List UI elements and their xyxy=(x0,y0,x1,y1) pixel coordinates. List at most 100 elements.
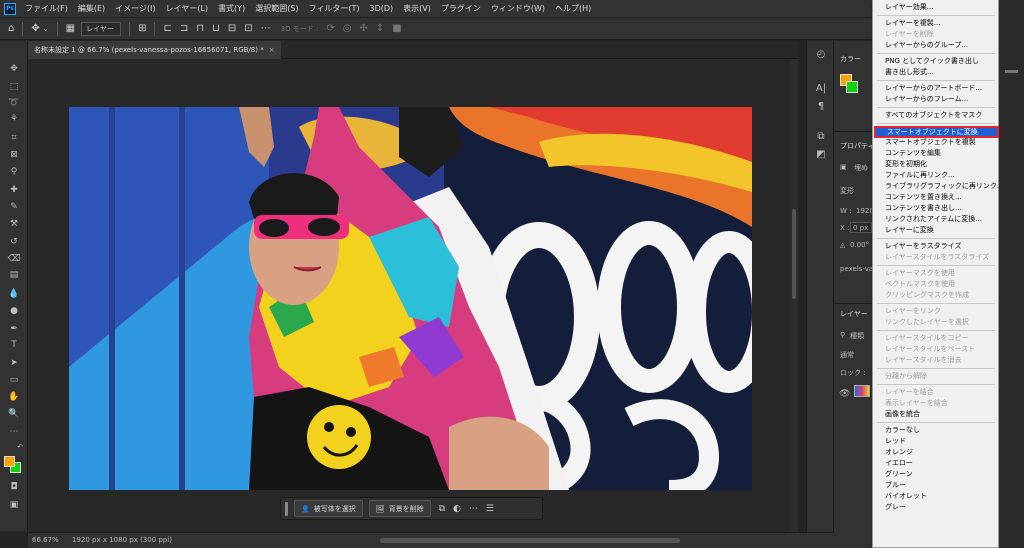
menu-item[interactable]: 書き出し形式... xyxy=(885,67,934,78)
document-info[interactable]: 1920 px x 1080 px (300 ppi) xyxy=(72,536,172,544)
menu-help[interactable]: ヘルプ(H) xyxy=(550,3,596,14)
3d-scale-icon[interactable]: ■ xyxy=(392,23,401,34)
history-brush-icon[interactable]: ↺ xyxy=(6,236,22,248)
menu-item[interactable]: イエロー xyxy=(885,458,913,469)
menu-edit[interactable]: 編集(E) xyxy=(73,3,110,14)
tab-color[interactable]: カラー xyxy=(840,54,861,64)
select-subject-button[interactable]: 👤 被写体を選択 xyxy=(294,500,363,517)
menu-item[interactable]: コンテンツを置き換え... xyxy=(885,192,962,203)
menu-item[interactable]: レイヤーに変換 xyxy=(885,225,934,236)
chevron-down-icon[interactable]: ⌄ xyxy=(43,25,49,33)
menu-item[interactable]: レイヤー効果... xyxy=(885,2,933,13)
3d-drag-icon[interactable]: ✣ xyxy=(359,23,367,34)
3d-slide-icon[interactable]: ⇕ xyxy=(376,23,384,34)
menu-plugins[interactable]: プラグイン xyxy=(436,3,486,14)
tab-properties[interactable]: プロパティ xyxy=(840,141,875,151)
remove-background-button[interactable]: 🖼 背景を削除 xyxy=(368,500,431,517)
align-middle-icon[interactable]: ⊟ xyxy=(228,23,236,34)
settings-icon[interactable]: ☰ xyxy=(486,504,494,514)
angle-value[interactable]: 0.00° xyxy=(850,241,869,249)
menu-type[interactable]: 書式(Y) xyxy=(213,3,250,14)
menu-view[interactable]: 表示(V) xyxy=(398,3,436,14)
menu-3d[interactable]: 3D(D) xyxy=(365,4,399,13)
menu-item[interactable]: ブルー xyxy=(885,480,906,491)
menu-item[interactable]: カラーなし xyxy=(885,425,920,436)
rectangle-tool-icon[interactable]: ▭ xyxy=(6,374,22,386)
edit-toolbar-icon[interactable]: ⋯ xyxy=(6,426,22,438)
menu-filter[interactable]: フィルター(T) xyxy=(304,3,365,14)
document-tab[interactable]: 名称未設定 1 @ 66.7% (pexels-vanessa-pozos-16… xyxy=(28,41,281,59)
blend-mode-select[interactable]: 通常 xyxy=(840,350,854,360)
hand-tool-icon[interactable]: ✋ xyxy=(6,391,22,403)
clone-stamp-icon[interactable]: ⚒ xyxy=(6,218,22,230)
move-tool-icon[interactable]: ✥ xyxy=(6,63,22,75)
adjustment-icon[interactable]: ◐ xyxy=(453,504,461,514)
visibility-eye-icon[interactable]: 👁 xyxy=(839,389,850,399)
align-bottom-icon[interactable]: ⊡ xyxy=(244,23,252,34)
menu-item[interactable]: レイヤーからのグループ... xyxy=(885,40,968,51)
menu-item[interactable]: コンテンツを書き出し... xyxy=(885,203,962,214)
libraries-icon[interactable]: ⧉ xyxy=(814,131,828,145)
healing-brush-icon[interactable]: ✚ xyxy=(6,184,22,196)
x-input[interactable]: 0 px xyxy=(850,222,872,233)
menu-item[interactable]: レイヤーからのアートボード... xyxy=(885,83,982,94)
auto-select-icon[interactable]: ▦ xyxy=(66,23,75,34)
eyedropper-tool-icon[interactable]: ⚲ xyxy=(6,166,22,178)
move-tool-icon[interactable]: ✥ xyxy=(31,23,39,34)
drag-handle[interactable] xyxy=(285,501,288,516)
more-options-icon[interactable]: ⋯ xyxy=(261,23,271,34)
pen-tool-icon[interactable]: ✒ xyxy=(6,323,22,335)
transform-controls-icon[interactable]: ⊞ xyxy=(138,23,146,34)
canvas-photo[interactable] xyxy=(69,107,752,490)
menu-item[interactable]: レイヤーをラスタライズ xyxy=(885,241,961,252)
type-tool-icon[interactable]: T xyxy=(6,339,22,351)
align-center-icon[interactable]: ⊐ xyxy=(180,23,188,34)
menu-layer[interactable]: レイヤー(L) xyxy=(161,3,213,14)
quick-mask-icon[interactable]: ◘ xyxy=(6,481,22,493)
path-select-icon[interactable]: ➤ xyxy=(6,357,22,369)
zoom-level[interactable]: 66.67% xyxy=(32,536,59,544)
menu-item[interactable]: レイヤーを複製... xyxy=(885,18,940,29)
adjustments-icon[interactable]: ◩ xyxy=(814,149,828,163)
marquee-tool-icon[interactable]: ⬚ xyxy=(6,81,22,93)
auto-select-dropdown[interactable]: レイヤー xyxy=(81,21,122,36)
zoom-tool-icon[interactable]: 🔍 xyxy=(6,408,22,420)
menu-item[interactable]: グリーン xyxy=(885,469,913,480)
blur-tool-icon[interactable]: 💧 xyxy=(6,288,22,300)
foreground-color-swatch[interactable] xyxy=(4,456,15,467)
screen-mode-icon[interactable]: ▣ xyxy=(6,499,22,511)
frame-tool-icon[interactable]: ⊠ xyxy=(6,149,22,161)
3d-roll-icon[interactable]: ◎ xyxy=(343,23,352,34)
background-color-swatch[interactable] xyxy=(846,81,858,93)
history-icon[interactable]: ◴ xyxy=(814,49,828,63)
transform-icon[interactable]: ⧉ xyxy=(439,504,445,514)
paragraph-icon[interactable]: ¶ xyxy=(814,101,828,115)
panel-menu-icon[interactable] xyxy=(1005,70,1018,73)
menu-item[interactable]: ファイルに再リンク... xyxy=(885,170,955,181)
menu-item[interactable]: リンクされたアイテムに変換... xyxy=(885,214,982,225)
more-icon[interactable]: ⋯ xyxy=(469,504,478,514)
align-right-icon[interactable]: ⊓ xyxy=(196,23,204,34)
close-tab-icon[interactable]: × xyxy=(269,46,275,54)
tab-layers[interactable]: レイヤー xyxy=(840,309,868,319)
dodge-tool-icon[interactable]: ● xyxy=(6,305,22,317)
brush-tool-icon[interactable]: ✎ xyxy=(6,201,22,213)
menu-item[interactable]: ライブラリグラフィックに再リンク... xyxy=(885,181,1004,192)
quick-select-tool-icon[interactable]: ⚘ xyxy=(6,113,22,125)
home-icon[interactable]: ⌂ xyxy=(8,23,14,34)
menu-image[interactable]: イメージ(I) xyxy=(110,3,160,14)
menu-item[interactable]: レッド xyxy=(885,436,906,447)
align-top-icon[interactable]: ⊔ xyxy=(212,23,220,34)
menu-item[interactable]: オレンジ xyxy=(885,447,913,458)
menu-item[interactable]: PNG としてクイック書き出し xyxy=(885,56,979,67)
scroll-thumb[interactable] xyxy=(792,209,796,299)
eraser-tool-icon[interactable]: ⌫ xyxy=(6,253,22,265)
vertical-scrollbar[interactable] xyxy=(790,59,798,532)
menu-item[interactable]: レイヤーからのフレーム... xyxy=(885,94,968,105)
menu-item[interactable]: グレー xyxy=(885,502,906,513)
lasso-tool-icon[interactable]: ➰ xyxy=(6,97,22,109)
menu-item[interactable]: 変形を初期化 xyxy=(885,159,927,170)
layer-thumbnail[interactable] xyxy=(854,385,870,397)
menu-item[interactable]: バイオレット xyxy=(885,491,927,502)
menu-window[interactable]: ウィンドウ(W) xyxy=(486,3,550,14)
